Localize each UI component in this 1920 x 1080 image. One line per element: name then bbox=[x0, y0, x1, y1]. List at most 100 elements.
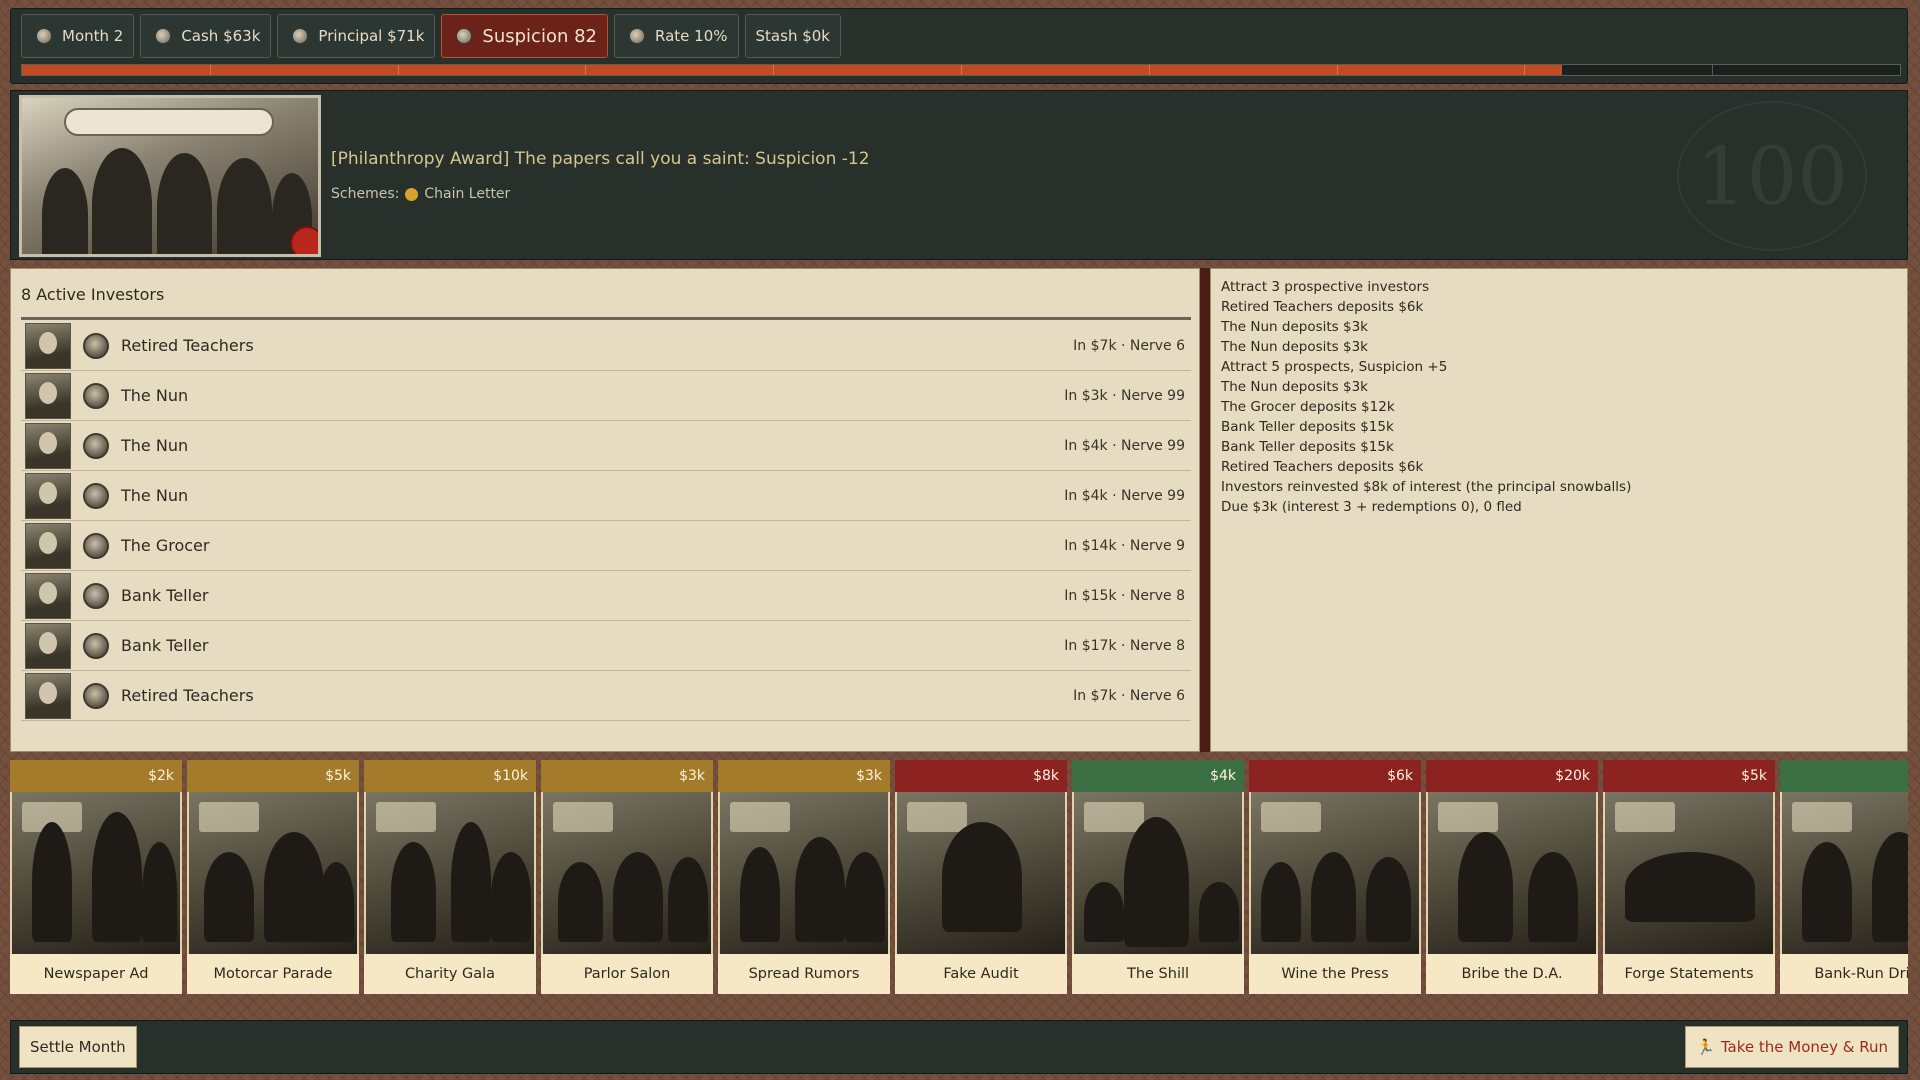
illustration-figure bbox=[558, 862, 603, 942]
illustration-figure bbox=[1872, 832, 1908, 942]
investor-portrait bbox=[25, 522, 71, 569]
card-illustration bbox=[187, 792, 359, 954]
investor-stats: In $4k · Nerve 99 bbox=[1064, 487, 1185, 504]
investor-name: The Nun bbox=[121, 436, 189, 455]
coin-icon bbox=[36, 28, 52, 44]
card-cost: $4k bbox=[1072, 760, 1244, 792]
card-cost: $20k bbox=[1426, 760, 1598, 792]
illustration-figure bbox=[142, 842, 177, 942]
illustration-figure bbox=[1458, 832, 1513, 942]
crowd-figure bbox=[217, 158, 272, 254]
run-button[interactable]: 🏃 Take the Money & Run bbox=[1685, 1026, 1899, 1068]
illustration-figure bbox=[32, 822, 72, 942]
investor-name: The Nun bbox=[121, 386, 189, 405]
illustration-figure bbox=[613, 852, 663, 942]
log-entry: The Nun deposits $3k bbox=[1221, 379, 1369, 395]
scheme-dot-icon bbox=[405, 187, 419, 201]
coin-icon bbox=[629, 28, 646, 44]
investor-portrait bbox=[25, 372, 71, 419]
illustration-highlight bbox=[1792, 802, 1852, 832]
card-illustration bbox=[1426, 792, 1598, 954]
investor-name: The Grocer bbox=[121, 536, 210, 555]
investor-badge-icon bbox=[83, 632, 109, 659]
stat-label: Principal $71k bbox=[318, 27, 425, 45]
investor-row[interactable]: The Nun In $4k · Nerve 99 bbox=[21, 421, 1191, 471]
log-entry: Bank Teller deposits $15k bbox=[1221, 419, 1394, 435]
illustration-highlight bbox=[553, 802, 613, 832]
investor-badge-icon bbox=[83, 682, 109, 709]
illustration-figure bbox=[1199, 882, 1239, 942]
illustration-highlight bbox=[1084, 802, 1144, 832]
stat-chip: Stash $0k bbox=[744, 14, 841, 58]
illustration-figure bbox=[451, 822, 491, 942]
illustration-figure bbox=[740, 847, 780, 942]
investor-row[interactable]: Bank Teller In $17k · Nerve 8 bbox=[21, 621, 1191, 671]
log-entry: The Nun deposits $3k bbox=[1221, 319, 1369, 335]
stat-chip: Principal $71k bbox=[277, 14, 436, 58]
panel-divider bbox=[1200, 268, 1210, 752]
crowd-figure bbox=[157, 153, 212, 254]
action-card[interactable]: $2k Newspaper Ad bbox=[10, 760, 182, 994]
stat-chip: Suspicion 82 bbox=[441, 14, 609, 58]
action-card[interactable]: $5k Motorcar Parade bbox=[187, 760, 359, 994]
illustration-figure bbox=[1802, 842, 1852, 942]
card-illustration bbox=[541, 792, 713, 954]
log-entry: Retired Teachers deposits $6k bbox=[1221, 459, 1424, 475]
investor-portrait bbox=[25, 572, 71, 619]
meter-tick bbox=[585, 65, 587, 75]
investor-portrait bbox=[25, 322, 71, 369]
investor-badge-icon bbox=[83, 382, 109, 409]
action-card[interactable]: $20k Bribe the D.A. bbox=[1426, 760, 1598, 994]
action-card[interactable]: $8k Fake Audit bbox=[895, 760, 1067, 994]
investor-row[interactable]: Bank Teller In $15k · Nerve 8 bbox=[21, 571, 1191, 621]
illustration-figure bbox=[845, 852, 885, 942]
card-cost: $5k bbox=[187, 760, 359, 792]
card-cost: $6k bbox=[1249, 760, 1421, 792]
card-title: Fake Audit bbox=[895, 954, 1067, 994]
card-cost: $5k bbox=[1603, 760, 1775, 792]
coin-icon bbox=[456, 28, 473, 44]
action-card[interactable]: $3k Spread Rumors bbox=[718, 760, 890, 994]
investor-row[interactable]: Retired Teachers In $7k · Nerve 6 bbox=[21, 321, 1191, 371]
settle-month-button[interactable]: Settle Month bbox=[19, 1026, 137, 1068]
card-illustration bbox=[895, 792, 1067, 954]
schemes-line: Schemes: Chain Letter bbox=[331, 186, 510, 202]
event-banner: [Philanthropy Award] The papers call you… bbox=[10, 90, 1908, 260]
investor-name: Retired Teachers bbox=[121, 336, 254, 355]
illustration-figure bbox=[204, 852, 254, 942]
investor-badge-icon bbox=[83, 482, 109, 509]
illustration-figure bbox=[1625, 852, 1755, 922]
investor-portrait bbox=[25, 672, 71, 719]
investor-row[interactable]: Retired Teachers In $7k · Nerve 6 bbox=[21, 671, 1191, 721]
divider bbox=[21, 317, 1191, 320]
action-card[interactable]: $6k Wine the Press bbox=[1249, 760, 1421, 994]
investor-row[interactable]: The Nun In $3k · Nerve 99 bbox=[21, 371, 1191, 421]
action-card[interactable]: $5k Forge Statements bbox=[1603, 760, 1775, 994]
illustration-highlight bbox=[1438, 802, 1498, 832]
meter-tick bbox=[397, 65, 399, 75]
investor-badge-icon bbox=[83, 432, 109, 459]
illustration-highlight bbox=[1615, 802, 1675, 832]
illustration-figure bbox=[795, 837, 845, 942]
event-illustration bbox=[19, 95, 321, 257]
investor-badge-icon bbox=[83, 532, 109, 559]
crowd-figure bbox=[42, 168, 88, 254]
log-entry: Investors reinvested $8k of interest (th… bbox=[1221, 479, 1632, 495]
investor-stats: In $7k · Nerve 6 bbox=[1073, 687, 1185, 704]
card-cost bbox=[1780, 760, 1908, 792]
investor-name: Bank Teller bbox=[121, 636, 209, 655]
run-button-label: Take the Money & Run bbox=[1720, 1038, 1888, 1056]
investor-row[interactable]: The Nun In $4k · Nerve 99 bbox=[21, 471, 1191, 521]
investor-stats: In $4k · Nerve 99 bbox=[1064, 437, 1185, 454]
action-card[interactable]: $4k The Shill bbox=[1072, 760, 1244, 994]
action-card[interactable]: $3k Parlor Salon bbox=[541, 760, 713, 994]
investor-row[interactable]: The Grocer In $14k · Nerve 9 bbox=[21, 521, 1191, 571]
crowd-figure bbox=[92, 148, 152, 254]
scheme-name: Chain Letter bbox=[424, 186, 511, 202]
card-title: Forge Statements bbox=[1603, 954, 1775, 994]
log-entry: Retired Teachers deposits $6k bbox=[1221, 299, 1424, 315]
action-card[interactable]: Bank-Run Drill bbox=[1780, 760, 1908, 994]
meter-tick bbox=[209, 65, 211, 75]
investor-stats: In $7k · Nerve 6 bbox=[1073, 337, 1185, 354]
action-card[interactable]: $10k Charity Gala bbox=[364, 760, 536, 994]
